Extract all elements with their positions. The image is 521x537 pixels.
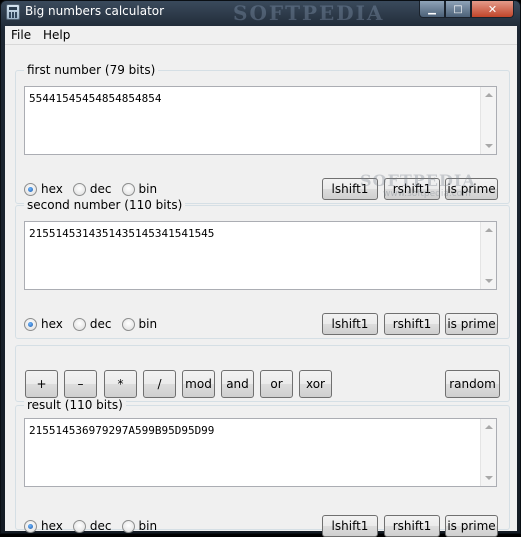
result-label: result (110 bits)	[24, 398, 126, 412]
scroll-down-arrow-icon[interactable]	[485, 476, 493, 480]
second-bin-radio[interactable]	[121, 317, 135, 331]
title-watermark: SOFTPEDIA	[233, 1, 385, 25]
second-dec-label[interactable]: dec	[90, 317, 112, 331]
result-base-selector: hex dec bin	[24, 519, 167, 533]
result-group: result (110 bits) 215514536979297A599B95…	[15, 398, 510, 537]
mod-button[interactable]: mod	[182, 370, 215, 398]
second-number-label: second number (110 bits)	[24, 198, 186, 212]
result-bin-label[interactable]: bin	[139, 519, 158, 533]
softpedia-url-watermark: www.softpedia.com	[383, 189, 471, 199]
app-window: Big numbers calculator SOFTPEDIA ▁ □ ✕ F…	[0, 0, 521, 537]
menu-help[interactable]: Help	[43, 28, 70, 42]
xor-button[interactable]: xor	[299, 370, 332, 398]
result-value: 215514536979297A599B95D95D99	[29, 424, 215, 437]
multiply-button[interactable]: *	[104, 370, 137, 398]
maximize-button[interactable]: □	[445, 1, 471, 18]
menu-bar: File Help	[5, 26, 517, 45]
subtract-button[interactable]: –	[64, 370, 97, 398]
first-number-input[interactable]: 55441545454854854854	[24, 86, 497, 155]
softpedia-watermark: SOFTPEDIA	[360, 171, 476, 190]
calculator-icon	[6, 4, 20, 20]
result-scrollbar[interactable]	[480, 419, 496, 486]
first-hex-label[interactable]: hex	[41, 182, 63, 196]
window-title: Big numbers calculator	[25, 4, 165, 18]
random-button[interactable]: random	[445, 370, 500, 398]
second-number-group: second number (110 bits) 215514531435143…	[15, 198, 510, 339]
minimize-icon: ▁	[428, 3, 436, 15]
second-is-prime-button[interactable]: is prime	[445, 313, 498, 335]
second-hex-label[interactable]: hex	[41, 317, 63, 331]
first-number-scrollbar[interactable]	[480, 87, 496, 154]
first-number-base-selector: hex dec bin	[24, 182, 167, 196]
title-bar[interactable]: Big numbers calculator SOFTPEDIA ▁ □ ✕	[1, 1, 520, 25]
first-dec-radio[interactable]	[72, 182, 86, 196]
second-rshift-button[interactable]: rshift1	[384, 313, 440, 335]
result-hex-label[interactable]: hex	[41, 519, 63, 533]
close-icon: ✕	[487, 2, 498, 16]
operations-group: + – * / mod and or xor random	[15, 345, 510, 402]
first-bin-label[interactable]: bin	[139, 182, 158, 196]
close-button[interactable]: ✕	[471, 1, 514, 18]
scroll-up-arrow-icon[interactable]	[485, 425, 493, 429]
first-bin-radio[interactable]	[121, 182, 135, 196]
and-button[interactable]: and	[221, 370, 254, 398]
menu-file[interactable]: File	[11, 28, 31, 42]
first-number-label: first number (79 bits)	[24, 63, 159, 77]
second-bin-label[interactable]: bin	[139, 317, 158, 331]
client-area: File Help first number (79 bits) 5544154…	[5, 26, 517, 537]
or-button[interactable]: or	[260, 370, 293, 398]
scroll-down-arrow-icon[interactable]	[485, 144, 493, 148]
scroll-up-arrow-icon[interactable]	[485, 228, 493, 232]
result-output[interactable]: 215514536979297A599B95D95D99	[24, 418, 497, 487]
scroll-up-arrow-icon[interactable]	[485, 93, 493, 97]
result-dec-radio[interactable]	[72, 519, 86, 533]
result-hex-radio[interactable]	[24, 519, 37, 533]
second-number-value: 2155145314351435145341541545	[29, 227, 215, 240]
second-dec-radio[interactable]	[72, 317, 86, 331]
maximize-icon: □	[453, 3, 463, 15]
second-number-base-selector: hex dec bin	[24, 317, 167, 331]
first-number-value: 55441545454854854854	[29, 92, 162, 105]
scroll-down-arrow-icon[interactable]	[485, 279, 493, 283]
result-dec-label[interactable]: dec	[90, 519, 112, 533]
minimize-button[interactable]: ▁	[419, 1, 445, 18]
result-bin-radio[interactable]	[121, 519, 135, 533]
divide-button[interactable]: /	[143, 370, 176, 398]
first-hex-radio[interactable]	[24, 182, 37, 196]
second-number-scrollbar[interactable]	[480, 222, 496, 289]
second-lshift-button[interactable]: lshift1	[322, 313, 378, 335]
add-button[interactable]: +	[25, 370, 58, 398]
second-hex-radio[interactable]	[24, 317, 37, 331]
second-number-input[interactable]: 2155145314351435145341541545	[24, 221, 497, 290]
first-dec-label[interactable]: dec	[90, 182, 112, 196]
